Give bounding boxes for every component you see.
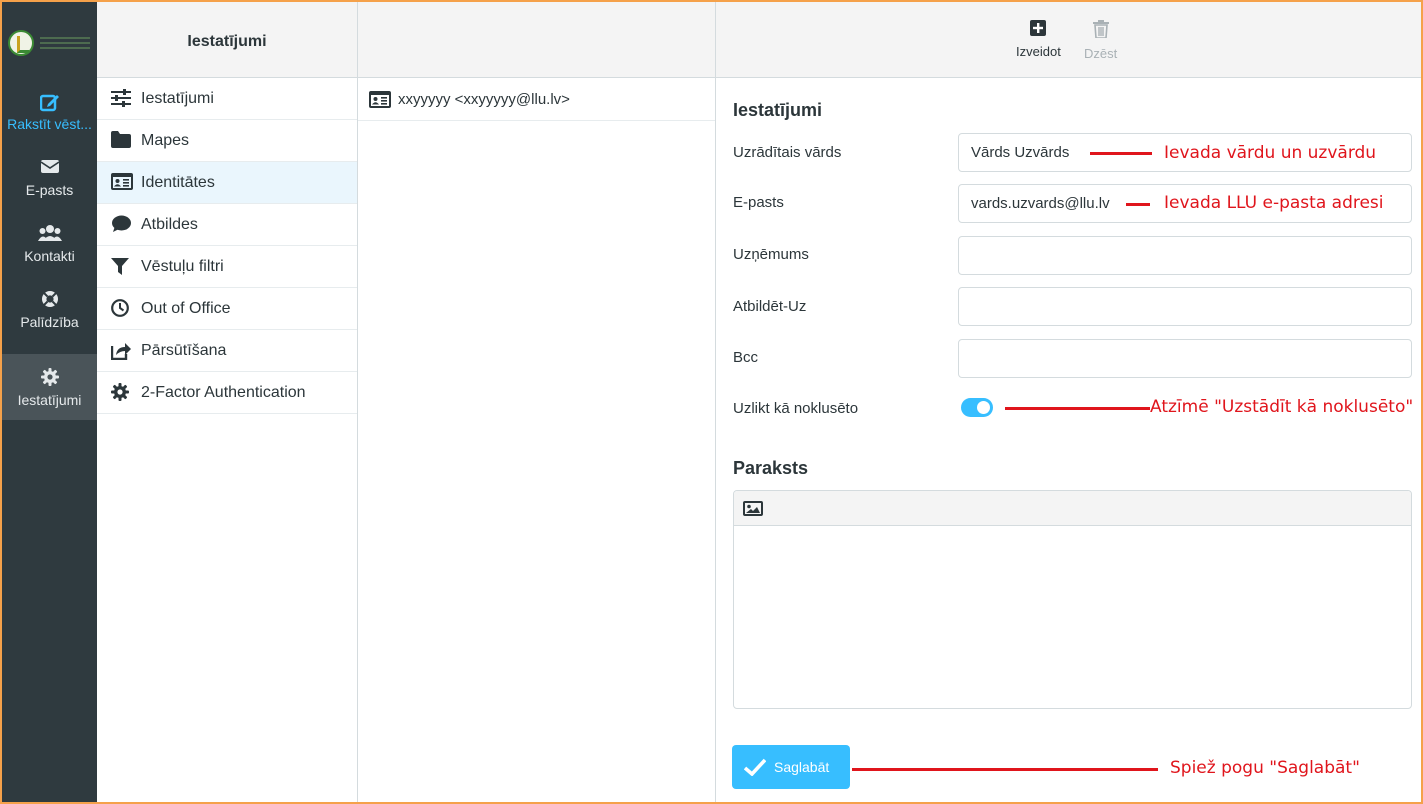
annotation-email: Ievada LLU e-pasta adresi <box>1164 193 1384 213</box>
sliders-icon <box>111 89 133 109</box>
editor-toolbar <box>734 491 1411 526</box>
annotation-save: Spiež pogu "Saglabāt" <box>1170 758 1360 778</box>
nav-settings[interactable]: Iestatījumi <box>2 354 97 420</box>
trash-icon <box>1084 20 1117 41</box>
gear-icon <box>111 383 133 403</box>
lifebuoy-icon <box>2 290 97 312</box>
annotation-line-email <box>1126 203 1150 206</box>
menu-item-label: 2-Factor Authentication <box>141 384 306 401</box>
annotation-line-name <box>1090 152 1152 155</box>
nav-mail[interactable]: E-pasts <box>2 144 97 210</box>
set-default-label: Uzlikt kā noklusēto <box>733 400 859 417</box>
company-label: Uzņēmums <box>733 246 809 263</box>
menu-item-identities[interactable]: Identitātes <box>97 162 357 204</box>
menu-item-filters[interactable]: Vēstuļu filtri <box>97 246 357 288</box>
menu-item-label: Identitātes <box>141 174 215 191</box>
menu-item-label: Vēstuļu filtri <box>141 258 224 275</box>
menu-item-label: Iestatījumi <box>141 90 214 107</box>
settings-panel-title: Iestatījumi <box>97 2 357 78</box>
identity-list-item[interactable]: xxyyyyy <xxyyyyy@llu.lv> <box>358 78 715 121</box>
signature-title: Paraksts <box>733 458 809 478</box>
create-button[interactable]: Izveidot <box>1016 20 1061 59</box>
create-button-label: Izveidot <box>1016 44 1061 59</box>
menu-item-label: Pārsūtīšana <box>141 342 227 359</box>
signature-editor[interactable] <box>733 490 1412 709</box>
compose-icon <box>2 92 97 114</box>
plus-square-icon <box>1016 20 1061 39</box>
menu-item-folders[interactable]: Mapes <box>97 120 357 162</box>
menu-item-label: Out of Office <box>141 300 231 317</box>
delete-button-label: Dzēst <box>1084 46 1118 61</box>
envelope-icon <box>2 158 97 180</box>
save-button[interactable]: Saglabāt <box>732 745 850 789</box>
app-window: Rakstīt vēst... E-pasts Kontakti Palīdzī… <box>0 0 1423 804</box>
annotation-name: Ievada vārdu un uzvārdu <box>1164 143 1377 163</box>
annotation-default: Atzīmē "Uzstādīt kā noklusēto" <box>1150 397 1414 417</box>
image-icon[interactable] <box>743 501 763 521</box>
bcc-label: Bcc <box>733 349 759 366</box>
menu-item-responses[interactable]: Atbildes <box>97 204 357 246</box>
menu-item-label: Atbildes <box>141 216 198 233</box>
nav-compose[interactable]: Rakstīt vēst... <box>2 78 97 144</box>
delete-button[interactable]: Dzēst <box>1084 20 1117 61</box>
display-name-label: Uzrādītais vārds <box>733 144 842 161</box>
nav-compose-label: Rakstīt vēst... <box>7 116 92 132</box>
main-nav: Rakstīt vēst... E-pasts Kontakti Palīdzī… <box>2 2 97 802</box>
menu-item-2fa[interactable]: 2-Factor Authentication <box>97 372 357 414</box>
save-button-label: Saglabāt <box>774 759 830 775</box>
menu-item-forwarding[interactable]: Pārsūtīšana <box>97 330 357 372</box>
reply-to-field[interactable] <box>958 287 1412 326</box>
nav-settings-label: Iestatījumi <box>17 392 82 408</box>
gear-icon <box>2 368 97 390</box>
menu-item-preferences[interactable]: Iestatījumi <box>97 78 357 120</box>
email-label: E-pasts <box>733 194 784 211</box>
nav-contacts-label: Kontakti <box>24 248 75 264</box>
nav-help[interactable]: Palīdzība <box>2 276 97 342</box>
checkmark-icon <box>743 758 767 779</box>
nav-contacts[interactable]: Kontakti <box>2 210 97 276</box>
forward-icon <box>110 341 133 361</box>
id-card-icon <box>111 173 133 193</box>
identities-list-panel: xxyyyyy <xxyyyyy@llu.lv> <box>358 2 716 802</box>
settings-sections-panel: Iestatījumi Iestatījumi Mapes Identitāte… <box>97 2 358 802</box>
set-default-toggle[interactable] <box>961 398 993 417</box>
form-section-title: Iestatījumi <box>733 100 823 120</box>
identity-label: xxyyyyy <xxyyyyy@llu.lv> <box>398 91 570 108</box>
annotation-line-save <box>852 768 1158 771</box>
logo <box>6 28 94 58</box>
id-card-icon <box>369 91 391 112</box>
folder-icon <box>111 131 133 151</box>
toolbar: Izveidot Dzēst <box>716 2 1421 78</box>
reply-to-label: Atbildēt-Uz <box>733 298 807 315</box>
menu-item-out-of-office[interactable]: Out of Office <box>97 288 357 330</box>
menu-item-label: Mapes <box>141 132 190 149</box>
identities-panel-header <box>358 2 715 78</box>
company-field[interactable] <box>958 236 1412 275</box>
clock-icon <box>111 299 133 319</box>
filter-icon <box>111 257 133 277</box>
comment-icon <box>111 215 133 235</box>
users-icon <box>2 224 97 246</box>
bcc-field[interactable] <box>958 339 1412 378</box>
nav-mail-label: E-pasts <box>25 182 74 198</box>
nav-help-label: Palīdzība <box>20 314 79 330</box>
settings-menu: Iestatījumi Mapes Identitātes Atbildes V… <box>97 78 357 414</box>
annotation-line-default <box>1005 407 1150 410</box>
